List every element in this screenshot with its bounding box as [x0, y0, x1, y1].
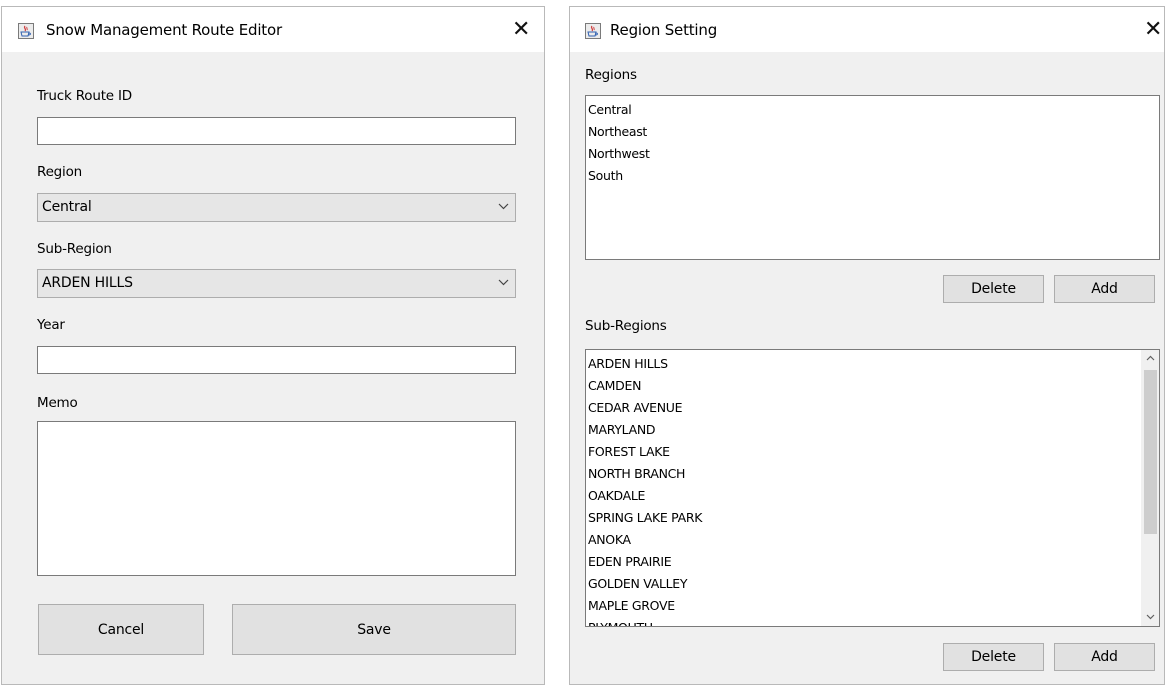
list-item[interactable]: MARYLAND [586, 419, 702, 441]
route-editor-titlebar[interactable]: Snow Management Route Editor ✕ [2, 7, 544, 52]
sub-region-select[interactable]: ARDEN HILLS [37, 269, 516, 298]
scroll-down-button[interactable] [1142, 609, 1159, 626]
chevron-down-icon [498, 203, 509, 210]
sub-regions-scrollbar[interactable] [1141, 350, 1159, 626]
regions-list[interactable]: Central Northeast Northwest South [585, 95, 1160, 260]
sub-regions-items: ARDEN HILLS CAMDEN CEDAR AVENUE MARYLAND FOR… [586, 353, 702, 626]
list-item[interactable]: Northwest [586, 143, 650, 165]
route-editor-window: Snow Management Route Editor ✕ Truck Rou… [1, 6, 545, 685]
close-icon[interactable]: ✕ [512, 19, 530, 41]
scrollbar-thumb[interactable] [1144, 370, 1157, 534]
region-select[interactable]: Central [37, 193, 516, 222]
year-input[interactable] [37, 346, 516, 374]
close-icon[interactable]: ✕ [1144, 19, 1162, 41]
chevron-down-icon [498, 279, 509, 286]
memo-label: Memo [37, 395, 78, 411]
list-item[interactable]: ARDEN HILLS [586, 353, 702, 375]
region-setting-titlebar[interactable]: Region Setting ✕ [570, 7, 1164, 52]
year-label: Year [37, 317, 65, 333]
sub-regions-list[interactable]: ARDEN HILLS CAMDEN CEDAR AVENUE MARYLAND FOR… [585, 349, 1160, 627]
sub-regions-label: Sub-Regions [585, 318, 667, 334]
sub-region-label: Sub-Region [37, 241, 112, 257]
list-item[interactable]: PLYMOUTH [586, 617, 702, 626]
arrow-down-icon [1146, 614, 1155, 620]
java-cup-icon [18, 23, 34, 39]
list-item[interactable]: EDEN PRAIRIE [586, 551, 702, 573]
list-item[interactable]: FOREST LAKE [586, 441, 702, 463]
window-title: Snow Management Route Editor [46, 21, 282, 39]
sub-region-selected-value: ARDEN HILLS [42, 275, 133, 291]
regions-add-button[interactable]: Add [1054, 275, 1155, 303]
list-item[interactable]: MAPLE GROVE [586, 595, 702, 617]
window-title: Region Setting [610, 21, 718, 39]
list-item[interactable]: Central [586, 99, 650, 121]
list-item[interactable]: NORTH BRANCH [586, 463, 702, 485]
list-item[interactable]: CEDAR AVENUE [586, 397, 702, 419]
java-cup-icon [585, 23, 601, 39]
list-item[interactable]: South [586, 165, 650, 187]
truck-route-id-label: Truck Route ID [37, 88, 132, 104]
region-setting-window: Region Setting ✕ Regions Central Northeas… [569, 6, 1165, 685]
sub-regions-add-button[interactable]: Add [1054, 643, 1155, 671]
list-item[interactable]: GOLDEN VALLEY [586, 573, 702, 595]
truck-route-id-input[interactable] [37, 117, 516, 145]
list-item[interactable]: OAKDALE [586, 485, 702, 507]
regions-items: Central Northeast Northwest South [586, 99, 650, 187]
regions-label: Regions [585, 67, 637, 83]
save-button[interactable]: Save [232, 604, 516, 655]
region-label: Region [37, 164, 83, 180]
list-item[interactable]: ANOKA [586, 529, 702, 551]
memo-textarea[interactable] [37, 421, 516, 576]
cancel-button[interactable]: Cancel [38, 604, 204, 655]
scroll-up-button[interactable] [1142, 350, 1159, 367]
list-item[interactable]: SPRING LAKE PARK [586, 507, 702, 529]
arrow-up-icon [1146, 355, 1155, 361]
regions-delete-button[interactable]: Delete [943, 275, 1044, 303]
sub-regions-delete-button[interactable]: Delete [943, 643, 1044, 671]
region-selected-value: Central [42, 199, 92, 215]
list-item[interactable]: CAMDEN [586, 375, 702, 397]
list-item[interactable]: Northeast [586, 121, 650, 143]
